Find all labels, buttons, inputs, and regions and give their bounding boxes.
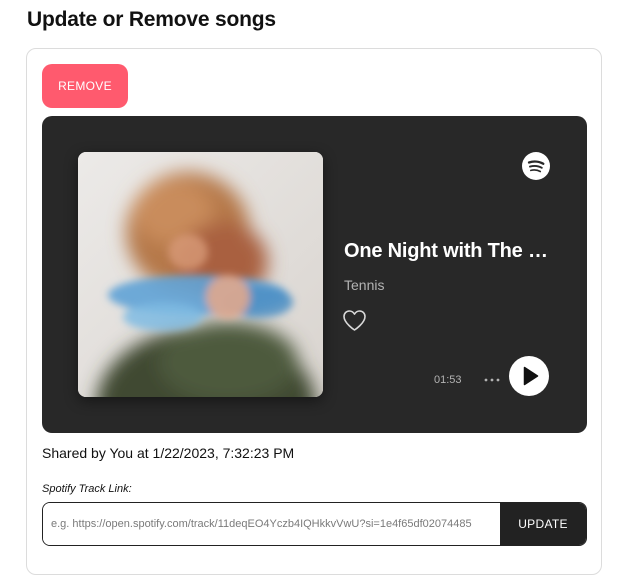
- spotify-link-input[interactable]: [43, 503, 500, 545]
- more-horizontal-icon[interactable]: [483, 373, 501, 387]
- track-duration: 01:53: [434, 374, 462, 386]
- page-title: Update or Remove songs: [27, 8, 276, 31]
- spotify-icon[interactable]: [522, 152, 550, 180]
- remove-button[interactable]: REMOVE: [42, 64, 128, 108]
- heart-icon[interactable]: [342, 309, 367, 332]
- play-button[interactable]: [509, 356, 549, 396]
- play-icon: [523, 366, 539, 386]
- track-link-form: UPDATE: [42, 502, 587, 546]
- song-card: REMOVE One Night with The … Tennis 01:53…: [26, 48, 602, 575]
- track-title[interactable]: One Night with The …: [344, 240, 554, 263]
- spotify-embed-player: One Night with The … Tennis 01:53: [42, 116, 587, 433]
- album-art-image: [78, 152, 323, 397]
- spotify-link-label: Spotify Track Link:: [42, 483, 132, 495]
- shared-by-text: Shared by You at 1/22/2023, 7:32:23 PM: [42, 445, 295, 461]
- update-button[interactable]: UPDATE: [500, 503, 586, 545]
- artist-name[interactable]: Tennis: [344, 277, 384, 293]
- album-art[interactable]: [78, 152, 323, 397]
